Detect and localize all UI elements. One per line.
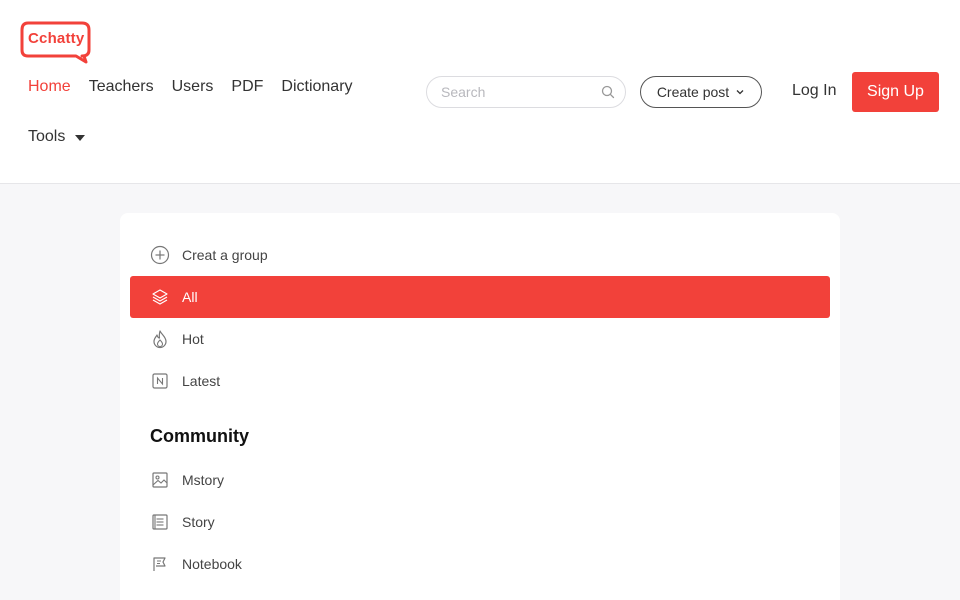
nav-home[interactable]: Home: [28, 78, 71, 96]
nav-tools-label: Tools: [28, 128, 66, 145]
document-icon: [152, 514, 168, 530]
menu-item-hot[interactable]: Hot: [130, 318, 830, 360]
menu-item-label: Creat a group: [182, 247, 268, 263]
logo-text: Cchatty: [28, 30, 85, 47]
top-header: Cchatty Home Teachers Users PDF Dictiona…: [0, 0, 960, 184]
community-heading: Community: [150, 426, 249, 446]
search-box: [426, 76, 626, 108]
nav-dictionary[interactable]: Dictionary: [281, 78, 352, 96]
search-icon[interactable]: [601, 85, 615, 99]
menu-item-latest[interactable]: Latest: [130, 360, 830, 402]
signup-button[interactable]: Sign Up: [852, 72, 939, 112]
layers-icon: [152, 289, 168, 305]
new-badge-icon: [152, 373, 168, 389]
main-nav: Home Teachers Users PDF Dictionary: [28, 78, 371, 96]
image-icon: [152, 472, 168, 488]
menu-item-label: Story: [182, 514, 215, 530]
caret-down-icon: [75, 134, 86, 141]
plus-circle-icon: [150, 245, 170, 265]
menu-item-label: Notebook: [182, 556, 242, 572]
menu-item-label: All: [182, 289, 198, 305]
nav-teachers[interactable]: Teachers: [89, 78, 154, 96]
menu-item-all[interactable]: All: [130, 276, 830, 318]
search-input[interactable]: [441, 84, 591, 100]
create-post-button[interactable]: Create post: [640, 76, 762, 108]
create-post-label: Create post: [656, 84, 730, 100]
nav-users[interactable]: Users: [172, 78, 214, 96]
flame-icon: [153, 330, 167, 349]
sidebar-panel: Creat a group All Hot Latest Community M…: [120, 213, 840, 600]
flag-icon: [153, 557, 166, 571]
menu-item-label: Hot: [182, 331, 204, 347]
nav-pdf[interactable]: PDF: [231, 78, 263, 96]
nav-tools-dropdown[interactable]: Tools: [28, 128, 86, 146]
menu-item-notebook[interactable]: Notebook: [130, 543, 830, 585]
login-link[interactable]: Log In: [792, 82, 836, 100]
menu-item-label: Latest: [182, 373, 221, 389]
menu-item-mstory[interactable]: Mstory: [130, 459, 830, 501]
menu-item-label: Mstory: [182, 472, 224, 488]
menu-item-story[interactable]: Story: [130, 501, 830, 543]
menu-item-create-group[interactable]: Creat a group: [130, 234, 830, 276]
chevron-down-icon: [736, 90, 744, 95]
